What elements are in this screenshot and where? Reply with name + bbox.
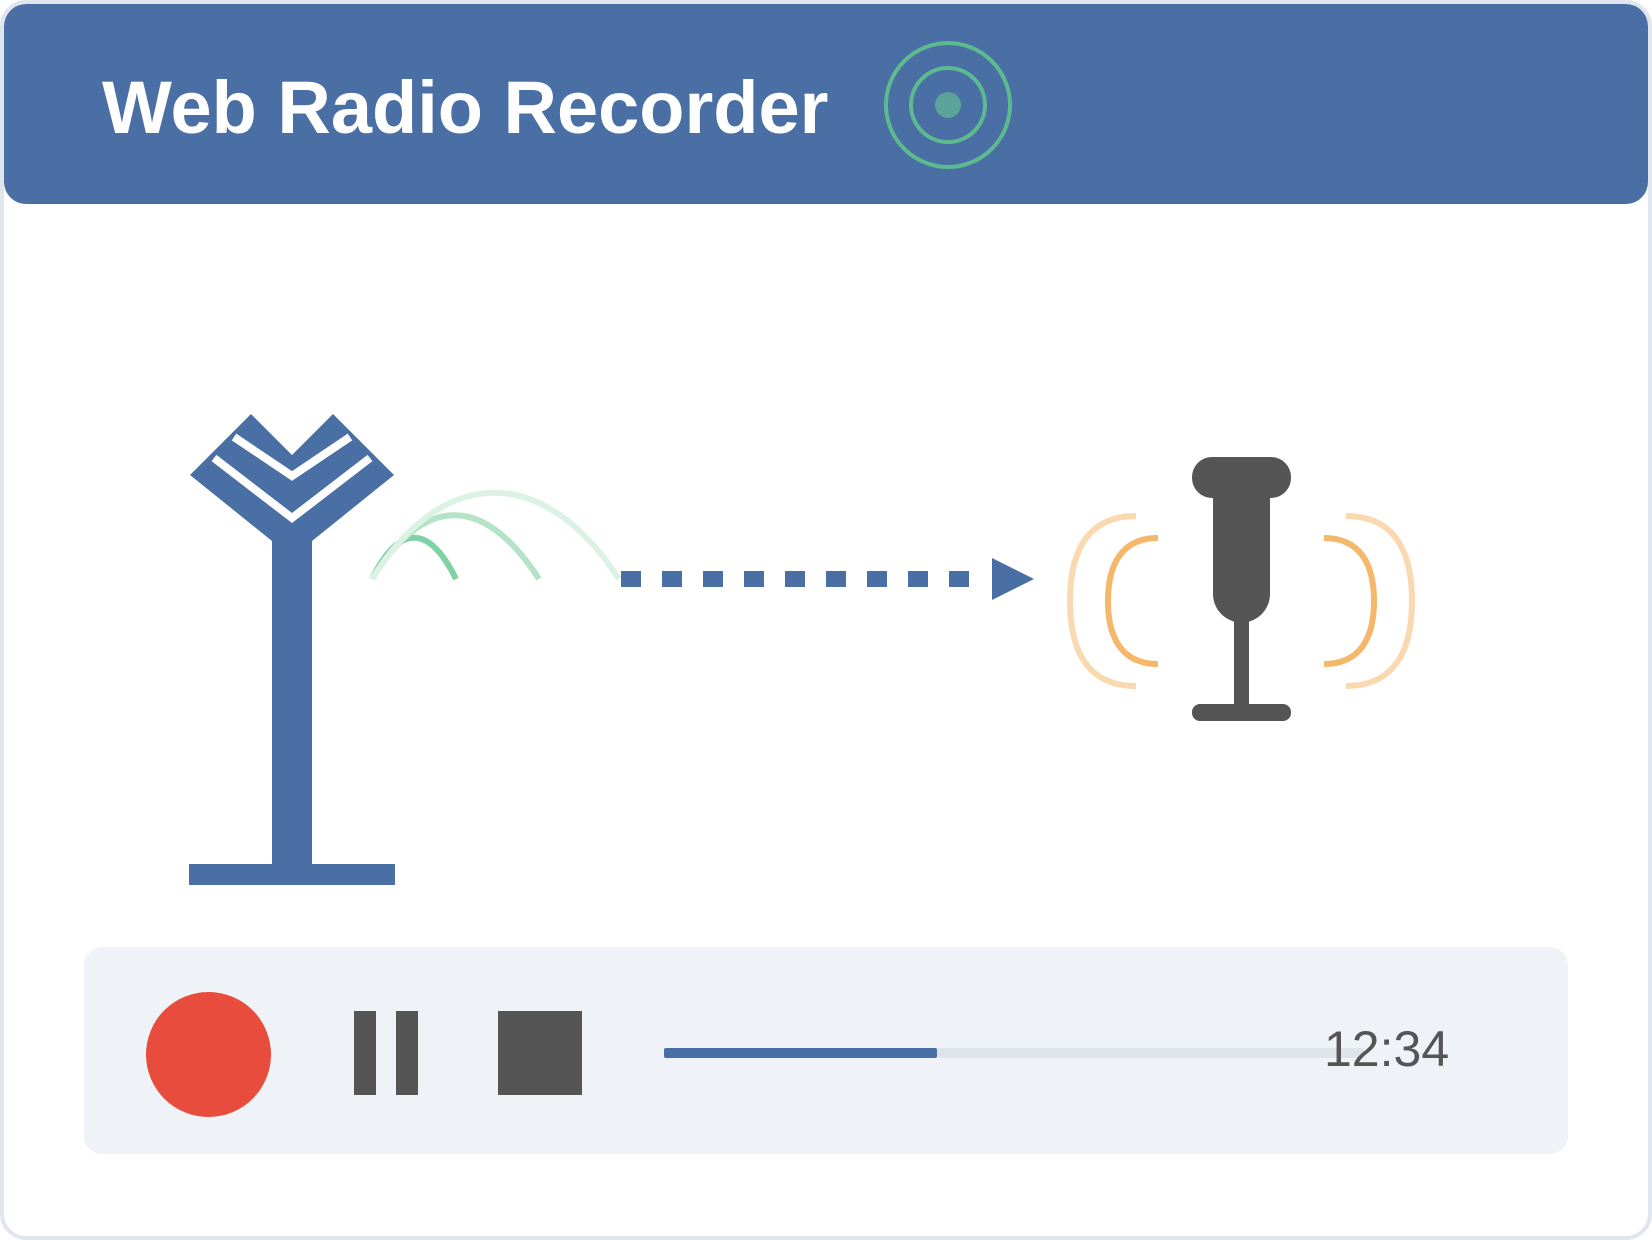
- microphone-icon: [1192, 457, 1291, 721]
- app-window: Web Radio Recorder 12:34: [0, 0, 1652, 1240]
- pause-button[interactable]: [354, 1011, 418, 1095]
- stop-button[interactable]: [498, 1011, 582, 1095]
- elapsed-time: 12:34: [1324, 1021, 1450, 1077]
- pause-icon: [354, 1011, 376, 1095]
- dotted-arrow-icon: [621, 558, 1034, 600]
- progress-bar[interactable]: [664, 1048, 1364, 1058]
- progress-fill: [664, 1048, 937, 1058]
- record-button[interactable]: [146, 992, 271, 1117]
- radio-antenna-icon: [189, 414, 395, 885]
- recorder-controls: 12:34: [84, 947, 1568, 1154]
- signal-waves-icon: [369, 489, 622, 581]
